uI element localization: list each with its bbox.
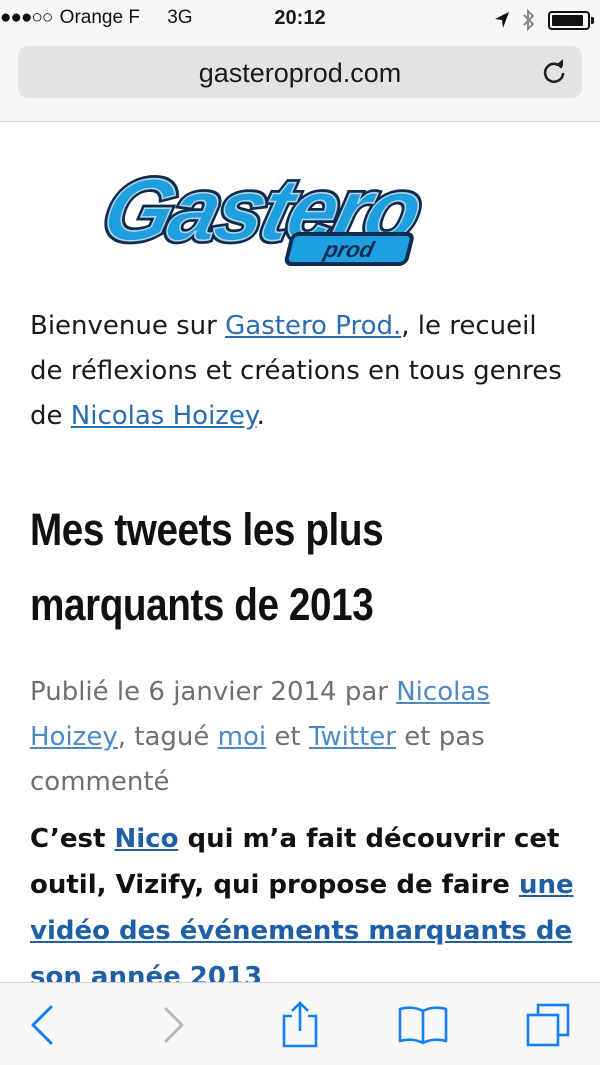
share-button[interactable] xyxy=(260,983,340,1065)
post-title[interactable]: Mes tweets les plus marquants de 2013 xyxy=(30,492,563,642)
browser-toolbar xyxy=(0,982,600,1065)
share-icon xyxy=(282,1000,318,1047)
nico-link[interactable]: Nico xyxy=(115,824,179,854)
status-right xyxy=(494,9,594,31)
meta-and: et xyxy=(266,722,309,752)
intro-text: Bienvenue sur Gastero Prod., le recueil … xyxy=(30,304,575,439)
back-icon xyxy=(31,1005,53,1044)
tabs-button[interactable] xyxy=(508,983,588,1065)
reload-icon[interactable] xyxy=(540,58,568,86)
site-logo[interactable]: Gastero Gastero prod xyxy=(78,162,518,267)
status-bar: ●●●○○ Orange F 3G 20:12 xyxy=(0,0,600,40)
url-text[interactable]: gasteroprod.com xyxy=(18,58,582,89)
forward-icon xyxy=(164,1007,184,1042)
excerpt-before: C’est xyxy=(30,824,115,854)
intro-before: Bienvenue sur xyxy=(30,311,226,341)
post-excerpt: C’est Nico qui m’a fait découvrir cet ou… xyxy=(30,816,575,982)
forward-button[interactable] xyxy=(135,983,215,1065)
battery-level xyxy=(552,14,584,26)
logo-subtext: prod xyxy=(321,237,378,262)
author-link[interactable]: Nicolas Hoizey xyxy=(71,401,257,431)
browser-address-area: gasteroprod.com xyxy=(0,40,600,122)
tabs-icon xyxy=(526,1003,570,1046)
bookmarks-icon xyxy=(398,1005,448,1044)
site-link[interactable]: Gastero Prod. xyxy=(225,311,401,341)
page-content: Gastero Gastero prod Bienvenue sur Gaste… xyxy=(0,122,600,982)
post-meta: Publié le 6 janvier 2014 par Nicolas Hoi… xyxy=(30,670,575,805)
battery-icon xyxy=(548,10,594,30)
tag-link-moi[interactable]: moi xyxy=(218,722,266,752)
address-bar[interactable]: gasteroprod.com xyxy=(18,46,582,98)
back-button[interactable] xyxy=(2,983,82,1065)
intro-after: . xyxy=(256,401,265,431)
bookmarks-button[interactable] xyxy=(383,983,463,1065)
meta-tagged: , tagué xyxy=(117,722,218,752)
location-arrow-icon xyxy=(495,12,509,28)
bluetooth-icon xyxy=(523,9,535,31)
meta-published: Publié le 6 janvier 2014 par xyxy=(30,677,397,707)
tag-link-twitter[interactable]: Twitter xyxy=(309,722,396,752)
